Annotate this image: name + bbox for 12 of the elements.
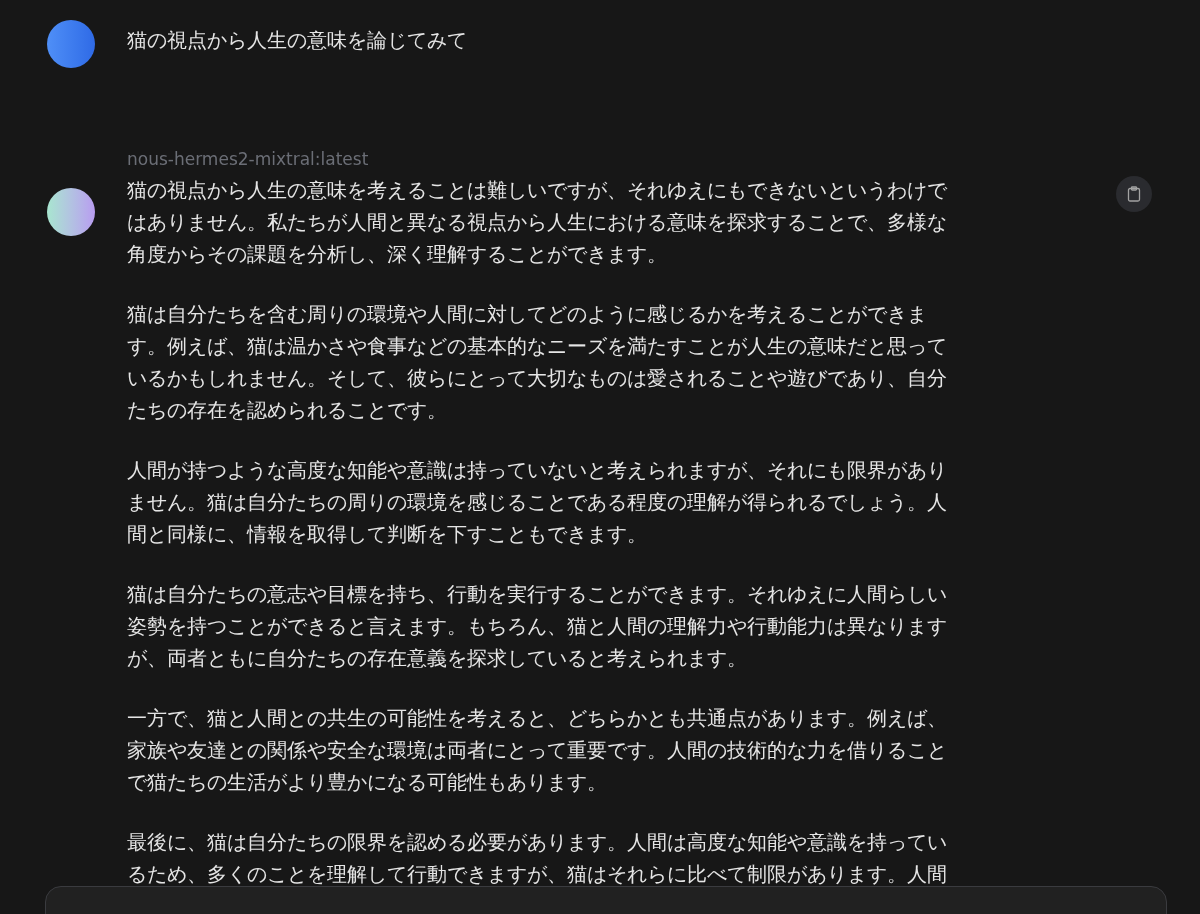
model-name: nous-hermes2-mixtral:latest	[127, 148, 370, 170]
message-paragraph: 一方で、猫と人間との共生の可能性を考えると、どちらかとも共通点があります。例えば、家族や友達との関係や安全な環境は両者にとって重要です。人間の技術的な力を借りることで猫たちの生活がより豊かになる可能性もあります。	[127, 706, 948, 795]
message-paragraph: 猫の視点から人生の意味を論じてみて	[127, 28, 468, 53]
message-paragraph: 猫の視点から人生の意味を考えることは難しいですが、それゆえにもできないというわけではありません。私たちが人間と異なる視点から人生における意味を探求することで、多様な角度からその課題を分析し、深く理解することができます。	[127, 178, 948, 267]
message-paragraph: 最後に、猫は自分たちの限界を認める必要があります。人間は高度な知能や意識を持っているため、多くのことを理解して行動できますが、猫はそれらに比べて制限があります。人間	[127, 830, 948, 887]
copy-button[interactable]	[1116, 176, 1152, 212]
message-paragraph: 猫は自分たちの意志や目標を持ち、行動を実行することができます。それゆえに人間らしい姿勢を持つことができると言えます。もちろん、猫と人間の理解力や行動能力は異なりますが、両者ともに自分たちの存在意義を探求していると考えられます。	[127, 582, 948, 671]
clipboard-icon	[1127, 186, 1141, 202]
avatar	[47, 20, 95, 68]
message-paragraph: 人間が持つような高度な知能や意識は持っていないと考えられますが、それにも限界がありません。猫は自分たちの周りの環境を感じることである程度の理解が得られるでしょう。人間と同様に、情報を取得して判断を下すこともできます。	[127, 458, 948, 547]
message-paragraph: 猫は自分たちを含む周りの環境や人間に対してどのように感じるかを考えることができます。例えば、猫は温かさや食事などの基本的なニーズを満たすことが人生の意味だと思っているかもしれません。そして、彼らにとって大切なものは愛されることや遊びであり、自分たちの存在を認められることです。	[127, 302, 948, 423]
avatar	[47, 188, 95, 236]
